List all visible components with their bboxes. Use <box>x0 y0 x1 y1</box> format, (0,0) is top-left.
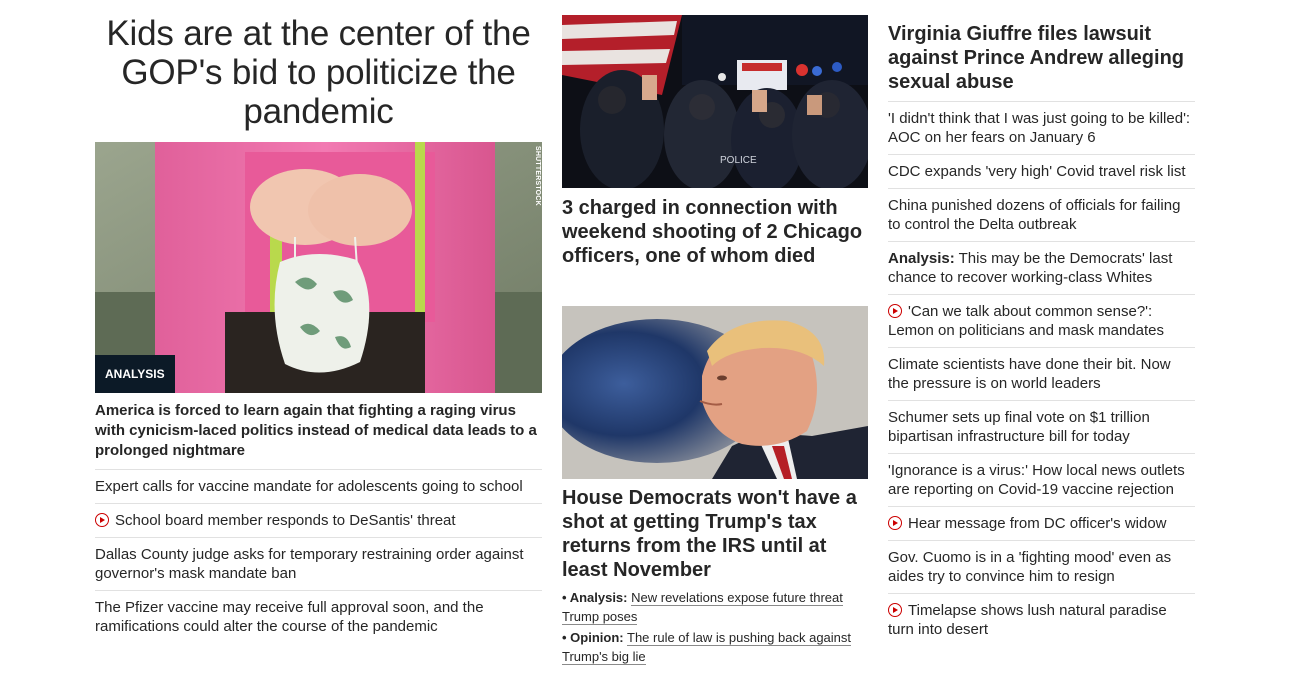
list-item-text: Dallas County judge asks for temporary r… <box>95 546 524 582</box>
list-item-text: The Pfizer vaccine may receive full appr… <box>95 599 484 635</box>
list-item[interactable]: Climate scientists have done their bit. … <box>888 348 1195 401</box>
lead-story-summary-link[interactable]: America is forced to learn again that fi… <box>95 393 542 470</box>
chicago-shooting-headline-link[interactable]: 3 charged in connection with weekend sho… <box>562 188 868 306</box>
list-item[interactable]: Hear message from DC officer's widow <box>888 507 1195 541</box>
list-item[interactable]: Timelapse shows lush natural paradise tu… <box>888 594 1195 646</box>
sub-link-bullet: • <box>562 590 570 605</box>
trump-tax-headline-link[interactable]: House Democrats won't have a shot at get… <box>562 479 868 582</box>
lead-story-image[interactable]: SHUTTERSTOCK ANALYSIS <box>95 142 542 393</box>
trump-story-image[interactable] <box>562 306 868 479</box>
list-item[interactable]: School board member responds to DeSantis… <box>95 504 542 538</box>
list-item[interactable]: Dallas County judge asks for temporary r… <box>95 538 542 591</box>
police-officers-photo: POLICE <box>562 15 868 188</box>
trump-related-links: • Analysis: New revelations expose futur… <box>562 588 868 666</box>
related-stories-list-right: 'I didn't think that I was just going to… <box>888 102 1195 646</box>
list-item-text: School board member responds to DeSantis… <box>115 512 456 529</box>
list-item-text: 'Can we talk about common sense?': Lemon… <box>888 303 1164 339</box>
list-item[interactable]: 'Can we talk about common sense?': Lemon… <box>888 295 1195 348</box>
column-left: Kids are at the center of the GOP's bid … <box>95 0 542 643</box>
related-stories-list-left: Expert calls for vaccine mandate for ado… <box>95 470 542 643</box>
list-item-text: CDC expands 'very high' Covid travel ris… <box>888 163 1186 180</box>
list-item[interactable]: The Pfizer vaccine may receive full appr… <box>95 591 542 643</box>
list-item-text: 'Ignorance is a virus:' How local news o… <box>888 462 1185 498</box>
list-item-text: Gov. Cuomo is in a 'fighting mood' even … <box>888 549 1172 585</box>
opinion-sub-link[interactable]: • Opinion: The rule of law is pushing ba… <box>562 628 868 666</box>
list-item-text: Hear message from DC officer's widow <box>908 515 1167 532</box>
list-item-text: Climate scientists have done their bit. … <box>888 356 1171 392</box>
list-item-text: Schumer sets up final vote on $1 trillio… <box>888 409 1150 445</box>
analysis-sub-link[interactable]: • Analysis: New revelations expose futur… <box>562 588 868 626</box>
video-play-icon <box>888 603 902 617</box>
police-patch-text: POLICE <box>720 155 757 166</box>
column-middle: POLICE 3 charged in connection with week… <box>562 0 868 666</box>
sub-link-label: Opinion: <box>570 630 624 645</box>
list-item-text: 'I didn't think that I was just going to… <box>888 110 1191 146</box>
list-item[interactable]: CDC expands 'very high' Covid travel ris… <box>888 155 1195 189</box>
list-item[interactable]: 'Ignorance is a virus:' How local news o… <box>888 454 1195 507</box>
sub-link-label: Analysis: <box>569 590 628 605</box>
video-play-icon <box>888 304 902 318</box>
list-item[interactable]: Analysis: This may be the Democrats' las… <box>888 242 1195 295</box>
list-item[interactable]: Expert calls for vaccine mandate for ado… <box>95 470 542 504</box>
police-story-image[interactable]: POLICE <box>562 15 868 188</box>
list-item[interactable]: China punished dozens of officials for f… <box>888 189 1195 242</box>
video-play-icon <box>888 516 902 530</box>
list-item-text: Expert calls for vaccine mandate for ado… <box>95 478 523 495</box>
video-play-icon <box>95 513 109 527</box>
photo-credit: SHUTTERSTOCK <box>534 146 541 206</box>
list-item-text: Timelapse shows lush natural paradise tu… <box>888 602 1167 638</box>
column-right: Virginia Giuffre files lawsuit against P… <box>888 0 1195 646</box>
list-item[interactable]: 'I didn't think that I was just going to… <box>888 102 1195 155</box>
list-item-label: Analysis: <box>888 250 955 267</box>
list-item[interactable]: Gov. Cuomo is in a 'fighting mood' even … <box>888 541 1195 594</box>
sub-link-bullet: • <box>562 630 571 645</box>
list-item[interactable]: Schumer sets up final vote on $1 trillio… <box>888 401 1195 454</box>
analysis-badge: ANALYSIS <box>95 355 175 393</box>
giuffre-headline-link[interactable]: Virginia Giuffre files lawsuit against P… <box>888 0 1195 102</box>
list-item-text: China punished dozens of officials for f… <box>888 197 1181 233</box>
trump-profile-photo <box>562 306 868 479</box>
lead-headline-link[interactable]: Kids are at the center of the GOP's bid … <box>95 0 542 142</box>
